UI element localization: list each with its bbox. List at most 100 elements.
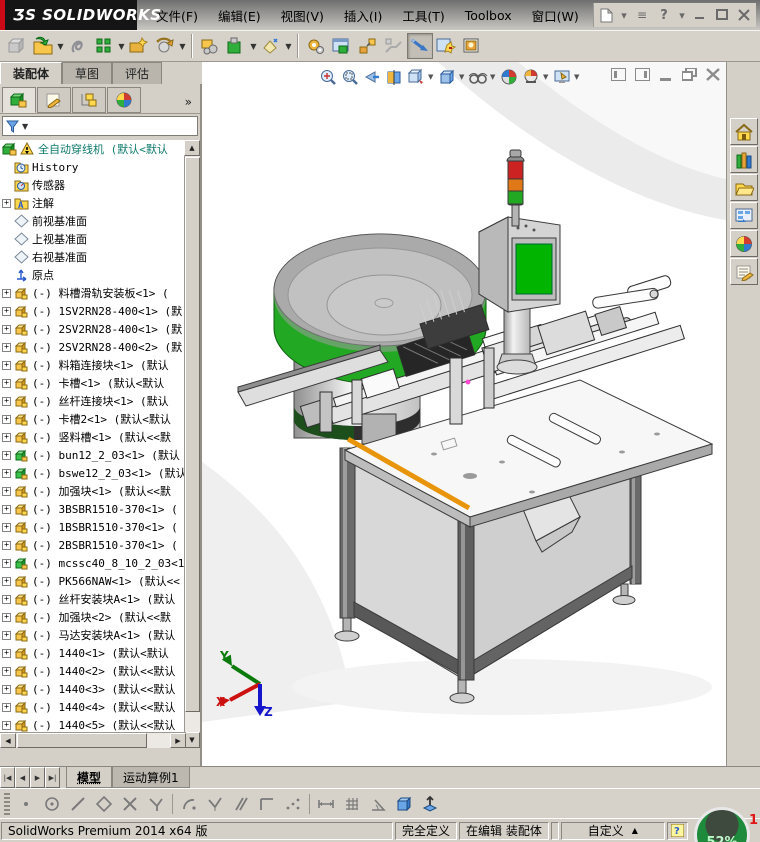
tree-filter-field[interactable]: ▼ [2,116,198,136]
scene-caret-icon[interactable]: ▼ [543,73,550,81]
angle-measure-icon[interactable] [368,794,388,814]
tree-item[interactable]: 前视基准面 [0,212,186,230]
open-caret-icon[interactable]: ▼ [56,35,65,57]
menu-文件(F)[interactable]: 文件(F) [148,3,206,28]
expand-icon[interactable]: + [2,432,11,442]
exploded-view-icon[interactable] [355,33,381,59]
tree-vertical-scrollbar[interactable]: ▲ ▼ [184,140,200,748]
reference-geometry-icon[interactable] [258,33,284,59]
right-pane-toggle-icon[interactable] [634,66,651,85]
tree-item[interactable]: + (-) 卡槽2<1> (默认<默认 [0,410,186,428]
grid-snap-icon[interactable] [342,794,362,814]
tree-item[interactable]: + (-) 3BSBR1510-370<1> ( [0,500,186,518]
view-palette-icon[interactable] [729,202,758,229]
doc-minimize-icon[interactable] [659,66,673,85]
tree-item[interactable]: + (-) 竖料槽<1> (默认<<默 [0,428,186,446]
tree-item[interactable]: + (-) 料槽滑轨安装板<1> ( [0,284,186,302]
tree-item[interactable]: + (-) mcssc40_8_10_2_03<1 [0,554,186,572]
view-cube-icon[interactable] [394,794,414,814]
tree-item[interactable]: 全自动穿线机 (默认<默认 [0,140,186,158]
propertymanager-tab[interactable] [37,87,71,113]
quick-tips-icon[interactable]: ? [666,821,688,840]
commandmanager-tab-装配体[interactable]: 装配体 [0,62,63,84]
tree-item[interactable]: 上视基准面 [0,230,186,248]
expand-icon[interactable]: + [2,540,11,550]
help-icon[interactable]: ? [656,7,672,23]
expand-icon[interactable]: + [2,720,11,730]
viewsettings-caret-icon[interactable]: ▼ [574,73,581,81]
tree-item[interactable]: + (-) 丝杆连接块<1> (默认 [0,392,186,410]
intersection-snap-icon[interactable] [120,794,140,814]
tree-item[interactable]: + (-) 2BSBR1510-370<1> ( [0,536,186,554]
pattern-caret-icon[interactable]: ▼ [117,35,126,57]
expand-icon[interactable]: + [2,288,11,298]
component-pattern-icon[interactable] [91,33,117,59]
perpendicular-snap-icon[interactable] [257,794,277,814]
mate-icon[interactable] [65,33,91,59]
expand-icon[interactable]: + [2,324,11,334]
expand-icon[interactable]: + [2,198,11,208]
expand-icon[interactable]: + [2,486,11,496]
expand-icon[interactable]: + [2,576,11,586]
expand-icon[interactable]: + [2,468,11,478]
menu-插入(I)[interactable]: 插入(I) [336,3,390,28]
design-library-icon[interactable] [729,146,758,173]
hide-show-items-icon[interactable] [468,67,488,87]
hideshow-caret-icon[interactable]: ▼ [490,73,497,81]
show-hidden-components-icon[interactable] [329,33,355,59]
menu-视图(V)[interactable]: 视图(V) [273,3,332,28]
tree-item[interactable]: + (-) 2SV2RN28-400<1> (默 [0,320,186,338]
tree-item[interactable]: + (-) bswe12_2_03<1> (默认 [0,464,186,482]
displaymanager-tab[interactable] [107,87,141,113]
view-settings-icon[interactable] [552,67,572,87]
menu-Toolbox[interactable]: Toolbox [457,5,520,26]
arc-snap-icon[interactable] [179,794,199,814]
commandmanager-tab-草图[interactable]: 草图 [62,62,113,84]
tab-motion-study-1[interactable]: 运动算例1 [112,767,190,788]
tree-item[interactable]: + (-) 1440<4> (默认<<默认 [0,698,186,716]
tree-item[interactable]: History [0,158,186,176]
options-icon[interactable]: ≡ [634,7,650,23]
expand-icon[interactable]: + [2,504,11,514]
panel-overflow-chevron[interactable]: » [185,95,198,113]
file-explorer-icon[interactable] [729,174,758,201]
quadrant-snap-icon[interactable] [94,794,114,814]
move-component-icon[interactable] [197,33,223,59]
expand-icon[interactable]: + [2,342,11,352]
appearances-scenes-icon[interactable] [729,230,758,257]
maximize-button[interactable] [714,7,730,23]
section-view-icon[interactable] [384,67,404,87]
parallel-snap-icon[interactable] [231,794,251,814]
previous-view-icon[interactable] [362,67,382,87]
apply-scene-icon[interactable] [521,67,541,87]
status-toolbar-set[interactable]: 自定义 ▲ [560,821,665,840]
tree-item[interactable]: + (-) 1440<1> (默认<默认 [0,644,186,662]
insert-component-icon[interactable] [4,33,30,59]
assembly-visualization-icon[interactable] [433,33,459,59]
features-caret-icon[interactable]: ▼ [249,35,258,57]
point-snap-icon[interactable] [16,794,36,814]
minimize-button[interactable] [692,7,708,23]
rotate-caret-icon[interactable]: ▼ [178,35,187,57]
zoom-area-icon[interactable] [340,67,360,87]
expand-icon[interactable]: + [2,630,11,640]
line-snap-icon[interactable] [68,794,88,814]
doc-close-icon[interactable] [706,66,720,85]
custom-properties-icon[interactable] [729,258,758,285]
anchor-icon[interactable] [420,794,440,814]
tree-item[interactable]: 原点 [0,266,186,284]
new-document-icon[interactable] [598,7,614,23]
tree-item[interactable]: 右视基准面 [0,248,186,266]
tree-item[interactable]: + (-) 1SV2RN28-400<1> (默 [0,302,186,320]
tab-model[interactable]: 模型 [66,767,113,788]
expand-icon[interactable]: + [2,594,11,604]
instant3d-icon[interactable] [407,33,433,59]
tree-item[interactable]: 传感器 [0,176,186,194]
open-icon[interactable] [30,33,56,59]
left-pane-toggle-icon[interactable] [610,66,627,85]
doc-restore-icon[interactable] [681,66,697,85]
refgeo-caret-icon[interactable]: ▼ [284,35,293,57]
configurationmanager-tab[interactable] [72,87,106,113]
view-orientation-icon[interactable] [406,67,426,87]
expand-icon[interactable]: + [2,450,11,460]
